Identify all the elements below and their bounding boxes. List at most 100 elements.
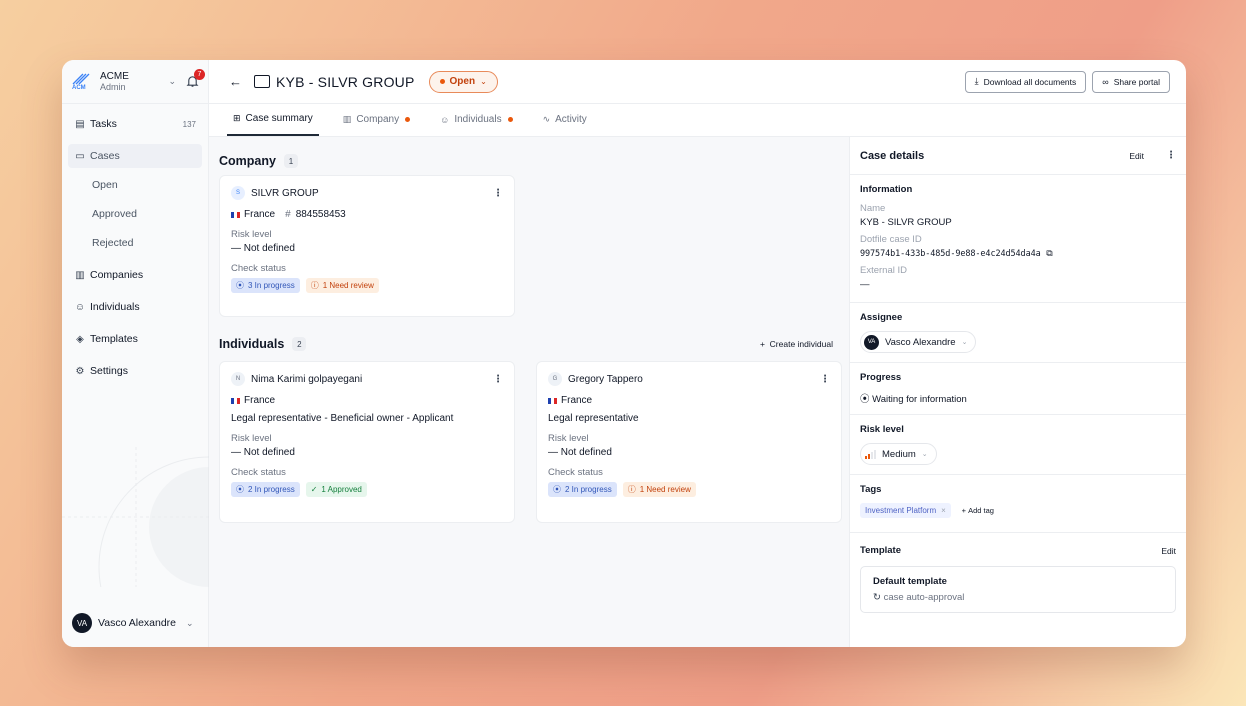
in-progress-chip: ⦿ 2 In progress bbox=[231, 482, 300, 497]
country: France bbox=[244, 209, 276, 220]
users-icon: ☺ bbox=[440, 114, 450, 125]
tab-activity[interactable]: ∿ Activity bbox=[537, 103, 593, 136]
sidebar-item-individuals[interactable]: ☺ Individuals bbox=[68, 295, 202, 319]
layers-icon: ◈ bbox=[76, 333, 84, 345]
approved-chip: ✓ 1 Approved bbox=[305, 482, 367, 497]
section-title: Tags bbox=[860, 484, 882, 495]
assignee-select[interactable]: VA Vasco Alexandre ⌄ bbox=[860, 331, 977, 353]
more-options-icon[interactable]: ⋮ bbox=[493, 374, 503, 385]
tab-case-summary[interactable]: ⊞ Case summary bbox=[227, 103, 319, 136]
panel-title: Case details bbox=[860, 149, 925, 162]
roles: Legal representative - Beneficial owner … bbox=[231, 413, 454, 424]
play-circle-icon: ⦿ bbox=[553, 485, 561, 494]
chevron-down-icon: ⌄ bbox=[186, 617, 194, 628]
more-options-icon[interactable]: ⋮ bbox=[493, 188, 503, 199]
risk-level-value: — Not defined bbox=[548, 447, 612, 458]
page-title: KYB - SILVR GROUP bbox=[276, 73, 415, 90]
tag-chip[interactable]: Investment Platform × bbox=[860, 503, 951, 518]
chevron-down-icon[interactable]: ⌄ bbox=[168, 76, 176, 87]
close-icon[interactable]: × bbox=[941, 506, 946, 515]
section-title: Information bbox=[860, 184, 913, 195]
more-options-icon[interactable]: ⋮ bbox=[1166, 150, 1176, 161]
risk-bar bbox=[868, 453, 870, 459]
copy-icon[interactable]: ⧉ bbox=[1046, 248, 1052, 258]
template-name: Default template bbox=[873, 576, 947, 587]
alert-circle-icon: ⓘ bbox=[310, 281, 319, 290]
user-menu[interactable]: VA Vasco Alexandre ⌄ bbox=[72, 613, 194, 633]
share-portal-button[interactable]: ∞ Share portal bbox=[1092, 70, 1170, 93]
risk-bar bbox=[874, 449, 876, 459]
workspace-switcher[interactable]: ACM ACME Admin ⌄ 7 bbox=[62, 60, 208, 104]
main-area: ← KYB - SILVR GROUP Open ⌄ ⤓ Download al… bbox=[209, 60, 1186, 647]
alert-circle-icon: ⓘ bbox=[627, 485, 636, 494]
notification-count-badge: 7 bbox=[194, 68, 205, 80]
sidebar-item-companies[interactable]: ▥ Companies bbox=[68, 263, 202, 287]
individual-card[interactable]: G Gregory Tappero ⋮ France Legal represe… bbox=[536, 361, 842, 523]
risk-bar bbox=[865, 455, 867, 459]
company-avatar: S bbox=[231, 186, 245, 200]
tab-company[interactable]: ▥ Company bbox=[337, 103, 416, 136]
download-all-documents-button[interactable]: ⤓ Download all documents bbox=[964, 70, 1087, 93]
check-status-label: Check status bbox=[548, 467, 603, 478]
company-section-header: Company 1 bbox=[219, 151, 849, 171]
country: France bbox=[244, 395, 276, 406]
risk-level-label: Risk level bbox=[231, 433, 272, 444]
template-card[interactable]: Default template ↻ case auto-approval bbox=[860, 566, 1176, 613]
template-section: Template Edit Default template ↻ case au… bbox=[850, 533, 1186, 622]
name-label: Name bbox=[860, 203, 886, 214]
top-bar: ← KYB - SILVR GROUP Open ⌄ ⤓ Download al… bbox=[209, 60, 1186, 104]
case-summary-panel: Company 1 S SILVR GROUP ⋮ France # 88455… bbox=[209, 137, 849, 647]
risk-level-label: Risk level bbox=[231, 229, 272, 240]
sidebar-item-tasks[interactable]: ▤ Tasks 137 bbox=[68, 112, 202, 136]
create-individual-button[interactable]: + Create individual bbox=[760, 339, 833, 349]
edit-button[interactable]: Edit bbox=[1129, 151, 1144, 161]
individual-avatar: G bbox=[548, 372, 562, 386]
sidebar-item-cases[interactable]: ▭ Cases bbox=[68, 144, 202, 168]
risk-level-section: Risk level Medium ⌄ bbox=[850, 415, 1186, 475]
folder-icon bbox=[254, 75, 270, 88]
chevron-down-icon: ⌄ bbox=[961, 339, 968, 346]
information-section: Information Name KYB - SILVR GROUP Dotfi… bbox=[850, 175, 1186, 303]
need-review-chip: ⓘ 1 Need review bbox=[622, 482, 696, 497]
add-tag-button[interactable]: + Add tag bbox=[962, 506, 994, 515]
folder-icon: ▭ bbox=[75, 150, 85, 162]
progress-value: Waiting for information bbox=[872, 394, 967, 405]
individual-avatar: N bbox=[231, 372, 245, 386]
france-flag-icon bbox=[548, 397, 557, 404]
acme-logo-icon: ACM bbox=[72, 71, 94, 93]
section-title: Assignee bbox=[860, 312, 903, 323]
risk-bars-icon bbox=[865, 449, 876, 459]
sidebar-item-label: Settings bbox=[90, 365, 128, 377]
clipboard-icon: ▤ bbox=[75, 118, 85, 130]
case-id-label: Dotfile case ID bbox=[860, 234, 922, 245]
more-options-icon[interactable]: ⋮ bbox=[820, 374, 830, 385]
tasks-count: 137 bbox=[182, 119, 196, 129]
sidebar-item-templates[interactable]: ◈ Templates bbox=[68, 327, 202, 351]
link-icon: ∞ bbox=[1102, 76, 1109, 87]
tab-individuals[interactable]: ☺ Individuals bbox=[434, 103, 518, 136]
sidebar-item-label: Templates bbox=[90, 333, 138, 345]
risk-level-value: — Not defined bbox=[231, 243, 295, 254]
user-name: Vasco Alexandre bbox=[98, 617, 177, 629]
edit-button[interactable]: Edit bbox=[1161, 546, 1176, 556]
individuals-section-header: Individuals 2 + Create individual bbox=[219, 334, 849, 354]
risk-level-value: — Not defined bbox=[231, 447, 295, 458]
case-status-dropdown[interactable]: Open ⌄ bbox=[428, 70, 498, 93]
section-title: Risk level bbox=[860, 424, 904, 435]
risk-level-select[interactable]: Medium ⌄ bbox=[860, 443, 937, 465]
status-dot-icon bbox=[439, 79, 445, 84]
back-arrow-icon[interactable]: ← bbox=[229, 74, 242, 89]
play-circle-icon: ⦿ bbox=[860, 394, 870, 405]
sidebar-item-settings[interactable]: ⚙ Settings bbox=[68, 359, 202, 383]
individual-card[interactable]: N Nima Karimi golpayegani ⋮ France Legal… bbox=[219, 361, 515, 523]
sidebar-subitem-rejected[interactable]: Rejected bbox=[92, 231, 202, 255]
notification-bell-button[interactable]: 7 bbox=[186, 68, 205, 89]
avatar: VA bbox=[72, 613, 92, 633]
sidebar-subitem-open[interactable]: Open bbox=[92, 173, 202, 197]
company-card[interactable]: S SILVR GROUP ⋮ France # 884558453 Risk … bbox=[219, 175, 515, 317]
chevron-down-icon: ⌄ bbox=[921, 451, 928, 458]
france-flag-icon bbox=[231, 211, 240, 218]
gear-icon: ⚙ bbox=[75, 365, 85, 377]
sidebar-subitem-approved[interactable]: Approved bbox=[92, 202, 202, 226]
sidebar-item-label: Tasks bbox=[90, 118, 117, 130]
